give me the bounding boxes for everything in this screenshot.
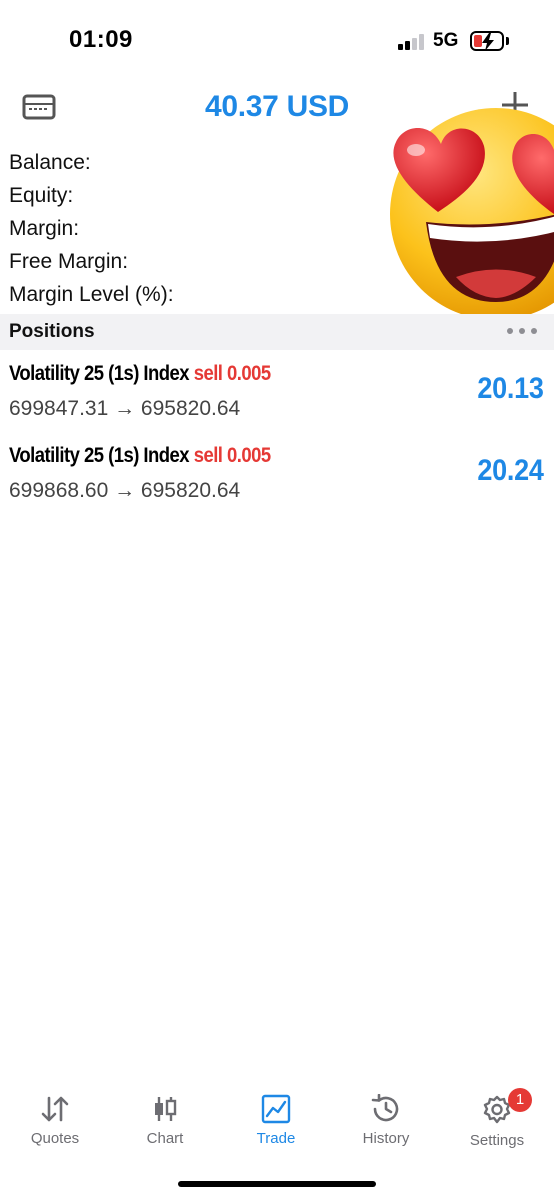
tab-history[interactable]: History	[331, 1086, 441, 1166]
signal-icon	[398, 34, 426, 50]
candlestick-icon	[155, 1097, 177, 1121]
margin-level-label: Margin Level (%):	[9, 283, 174, 306]
account-summary: Balance: Equity: Margin: Free Margin: Ma…	[9, 146, 174, 311]
tab-quotes[interactable]: Quotes	[0, 1086, 110, 1166]
status-bar: 01:09 5G	[0, 0, 554, 82]
tab-settings-label: Settings	[469, 1132, 525, 1149]
position-title: Volatility 25 (1s) Index sell 0.005	[9, 444, 271, 468]
tab-history-label: History	[362, 1130, 410, 1147]
position-profit: 20.24	[477, 454, 544, 487]
balance-label: Balance:	[9, 151, 91, 174]
trend-chart-icon	[261, 1094, 291, 1124]
network-type: 5G	[433, 30, 459, 51]
battery-cap	[506, 37, 509, 45]
tab-trade-label: Trade	[256, 1130, 296, 1147]
tab-bar: Quotes Chart Trade History Settings 1	[0, 1086, 554, 1166]
positions-title: Positions	[9, 321, 95, 342]
tab-chart[interactable]: Chart	[110, 1086, 220, 1166]
margin-label: Margin:	[9, 217, 80, 240]
position-prices: 699868.60 → 695820.64	[9, 479, 241, 502]
position-title: Volatility 25 (1s) Index sell 0.005	[9, 362, 271, 386]
tab-quotes-label: Quotes	[30, 1130, 80, 1147]
position-prices: 699847.31 → 695820.64	[9, 397, 241, 420]
equity-label: Equity:	[9, 184, 74, 207]
arrows-updown-icon	[41, 1096, 69, 1122]
tab-settings[interactable]: Settings 1	[442, 1086, 552, 1166]
position-symbol: Volatility 25 (1s) Index	[9, 362, 190, 385]
history-clock-icon	[371, 1094, 399, 1122]
heart-eyes-emoji	[386, 102, 554, 322]
position-profit: 20.13	[477, 372, 544, 405]
position-side: sell 0.005	[193, 444, 271, 467]
position-row[interactable]: Volatility 25 (1s) Index sell 0.005 6998…	[0, 360, 554, 440]
status-time: 01:09	[69, 26, 133, 53]
free-margin-label: Free Margin:	[9, 250, 129, 273]
tab-chart-label: Chart	[146, 1130, 184, 1147]
more-icon[interactable]	[506, 326, 538, 336]
home-indicator	[178, 1181, 376, 1187]
position-row[interactable]: Volatility 25 (1s) Index sell 0.005 6998…	[0, 442, 554, 522]
tab-trade[interactable]: Trade	[221, 1086, 331, 1166]
position-symbol: Volatility 25 (1s) Index	[9, 444, 190, 467]
positions-header: Positions	[0, 314, 554, 350]
settings-badge: 1	[508, 1088, 532, 1112]
battery-icon	[470, 31, 504, 51]
position-side: sell 0.005	[193, 362, 271, 385]
